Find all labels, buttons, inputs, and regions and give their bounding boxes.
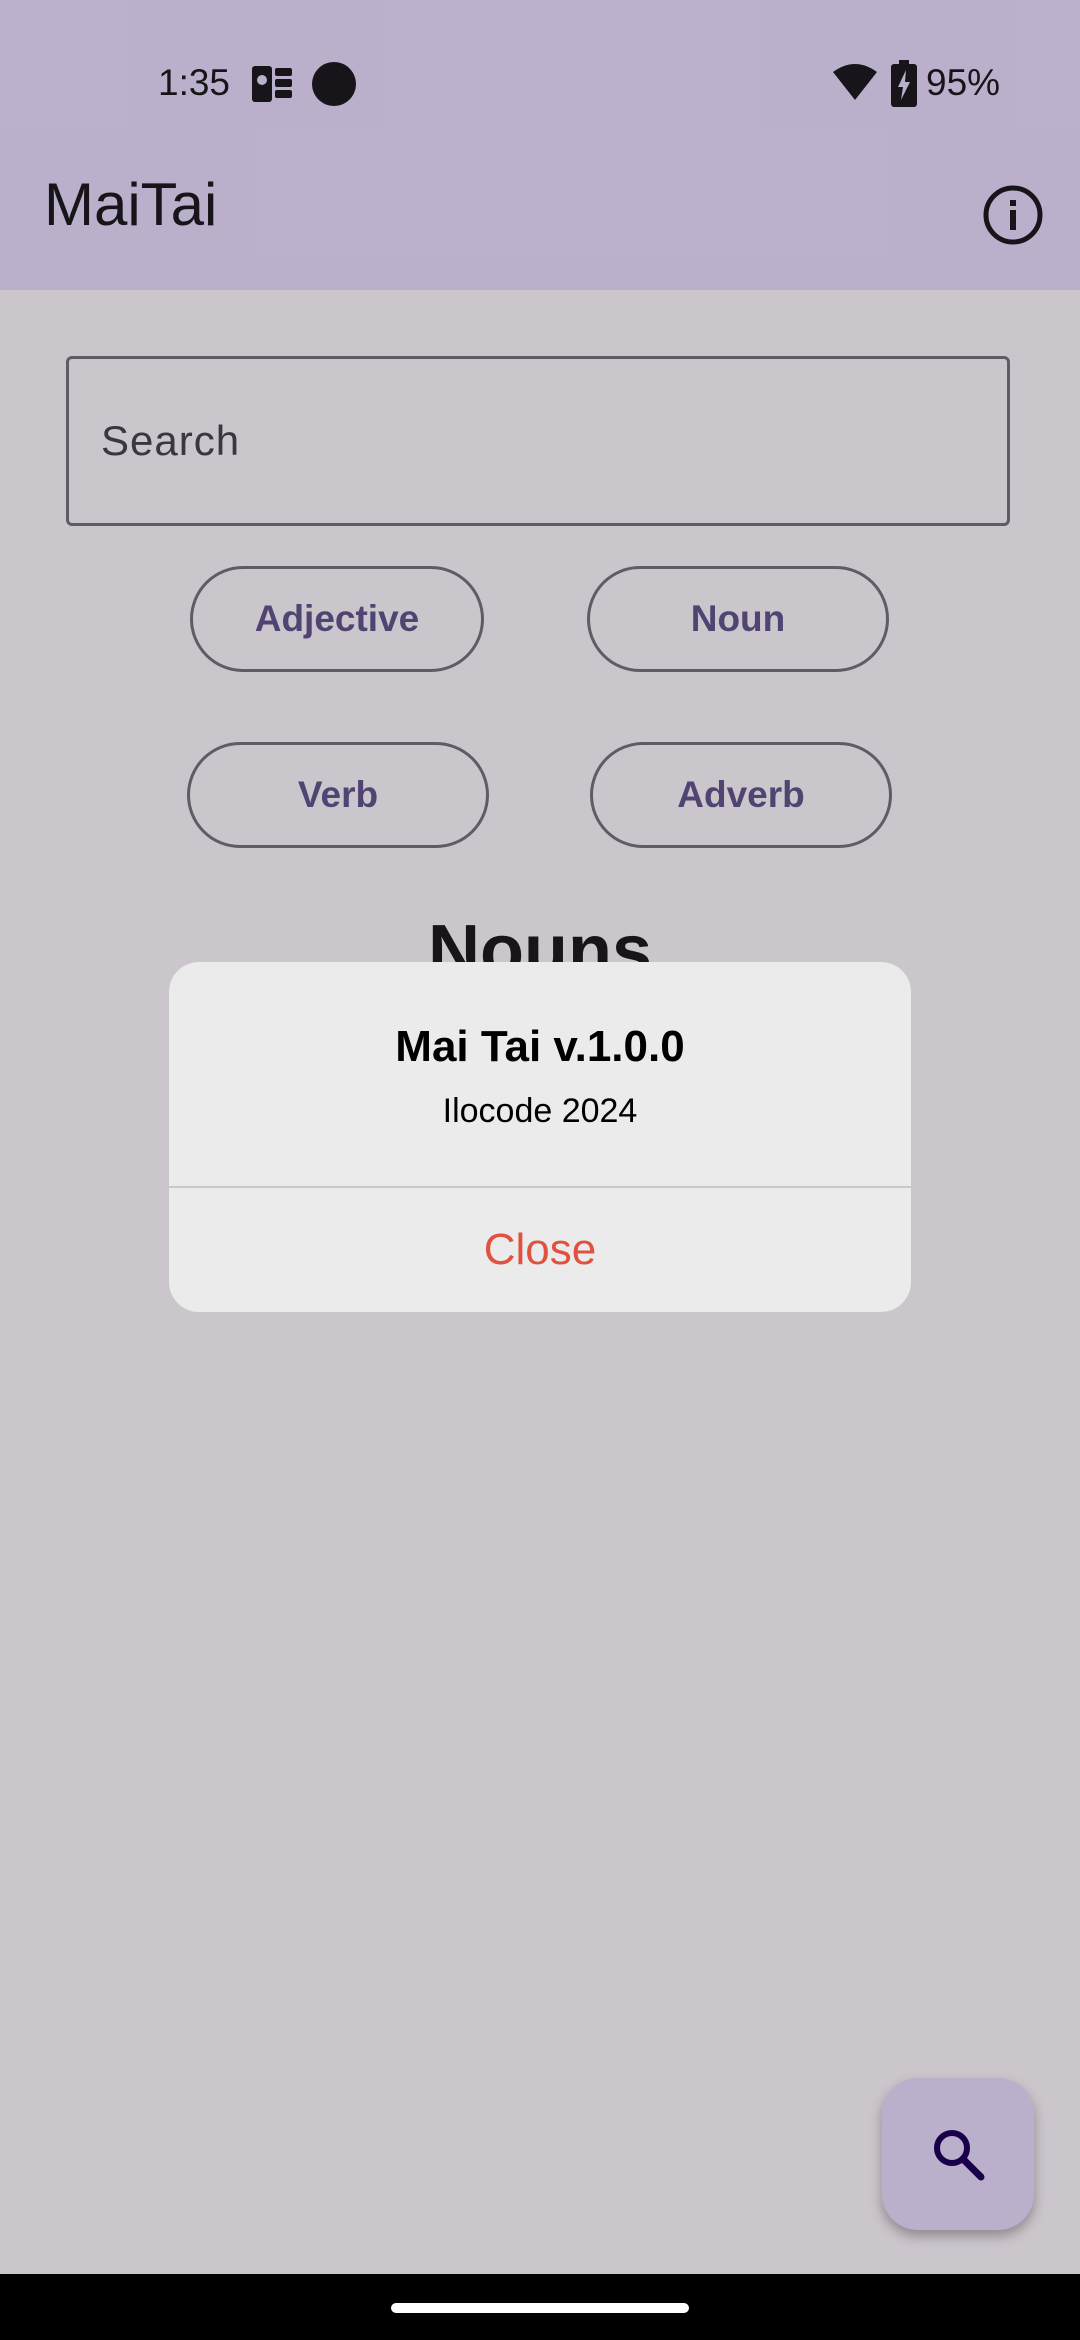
dialog-title: Mai Tai v.1.0.0: [395, 1022, 685, 1071]
home-indicator[interactable]: [391, 2303, 689, 2313]
about-dialog: Mai Tai v.1.0.0 Ilocode 2024 Close: [169, 962, 911, 1312]
close-button[interactable]: Close: [169, 1188, 911, 1312]
dialog-message: Ilocode 2024: [442, 1092, 638, 1130]
